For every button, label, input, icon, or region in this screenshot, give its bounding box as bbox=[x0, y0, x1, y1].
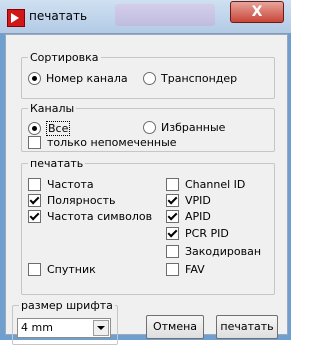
sort-by-transponder-radio[interactable]: Транспондер bbox=[143, 72, 237, 85]
chevron-down-icon[interactable] bbox=[93, 320, 109, 336]
close-button[interactable]: X bbox=[230, 1, 284, 23]
background-window-tab bbox=[115, 4, 215, 26]
checkbox-label: только непомеченные bbox=[47, 136, 177, 149]
checkbox-indicator[interactable] bbox=[28, 136, 41, 149]
print-symbol-rate-checkbox[interactable]: Частота символов bbox=[28, 210, 152, 223]
checkbox-indicator[interactable] bbox=[28, 263, 41, 276]
print-polarity-checkbox[interactable]: Полярность bbox=[28, 194, 116, 207]
checkbox-label: PCR PID bbox=[185, 227, 229, 240]
radio-indicator[interactable] bbox=[143, 72, 156, 85]
app-icon bbox=[7, 9, 25, 27]
radio-label: Номер канала bbox=[46, 72, 128, 85]
cancel-button[interactable]: Отмена bbox=[146, 315, 204, 339]
checkbox-label: Спутник bbox=[47, 263, 96, 276]
checkbox-label: APID bbox=[185, 210, 211, 223]
print-apid-checkbox[interactable]: APID bbox=[166, 210, 211, 223]
print-fav-checkbox[interactable]: FAV bbox=[166, 263, 205, 276]
channels-legend: Каналы bbox=[30, 102, 75, 115]
font-size-legend: размер шрифта bbox=[21, 299, 113, 312]
checkbox-label: VPID bbox=[185, 194, 211, 207]
checkbox-indicator[interactable] bbox=[166, 227, 179, 240]
checkbox-indicator[interactable] bbox=[166, 194, 179, 207]
checkbox-label: Полярность bbox=[47, 194, 116, 207]
checkbox-indicator[interactable] bbox=[166, 245, 179, 258]
channels-all-radio[interactable]: Все bbox=[28, 121, 71, 136]
print-encrypted-checkbox[interactable]: Закодирован bbox=[166, 245, 261, 258]
sort-by-channel-number-radio[interactable]: Номер канала bbox=[28, 72, 128, 85]
channels-favorites-radio[interactable]: Избранные bbox=[143, 121, 225, 134]
checkbox-label: Частота символов bbox=[47, 210, 153, 223]
checkbox-indicator[interactable] bbox=[28, 194, 41, 207]
print-pcr-pid-checkbox[interactable]: PCR PID bbox=[166, 227, 229, 240]
dialog-body: Сортировка Номер канала Транспондер Кана… bbox=[5, 34, 288, 345]
print-vpid-checkbox[interactable]: VPID bbox=[166, 194, 211, 207]
print-channel-id-checkbox[interactable]: Channel ID bbox=[166, 178, 245, 191]
checkbox-indicator[interactable] bbox=[166, 263, 179, 276]
checkbox-label: FAV bbox=[185, 263, 205, 276]
radio-indicator[interactable] bbox=[28, 72, 41, 85]
print-satellite-checkbox[interactable]: Спутник bbox=[28, 263, 96, 276]
print-frequency-checkbox[interactable]: Частота bbox=[28, 178, 94, 191]
checkbox-indicator[interactable] bbox=[166, 178, 179, 191]
font-size-value: 4 mm bbox=[21, 321, 53, 334]
checkbox-label: Channel ID bbox=[185, 178, 246, 191]
radio-indicator[interactable] bbox=[28, 122, 41, 135]
sorting-legend: Сортировка bbox=[30, 51, 99, 64]
font-size-select[interactable]: 4 mm bbox=[17, 318, 111, 338]
radio-indicator[interactable] bbox=[143, 121, 156, 134]
print-button[interactable]: печатать bbox=[216, 315, 278, 339]
checkbox-label: Частота bbox=[47, 178, 94, 191]
radio-label: Избранные bbox=[161, 121, 226, 134]
checkbox-indicator[interactable] bbox=[28, 210, 41, 223]
print-fields-legend: печатать bbox=[30, 157, 84, 170]
radio-label: Транспондер bbox=[161, 72, 238, 85]
print-dialog-window: печатать X Сортировка Номер канала Транс… bbox=[0, 0, 291, 345]
checkbox-indicator[interactable] bbox=[28, 178, 41, 191]
checkbox-label: Закодирован bbox=[185, 245, 262, 258]
checkbox-indicator[interactable] bbox=[166, 210, 179, 223]
window-title: печатать bbox=[29, 9, 88, 23]
only-unmarked-checkbox[interactable]: только непомеченные bbox=[28, 136, 177, 149]
radio-label: Все bbox=[46, 121, 71, 136]
title-bar[interactable]: печатать X bbox=[0, 0, 291, 34]
